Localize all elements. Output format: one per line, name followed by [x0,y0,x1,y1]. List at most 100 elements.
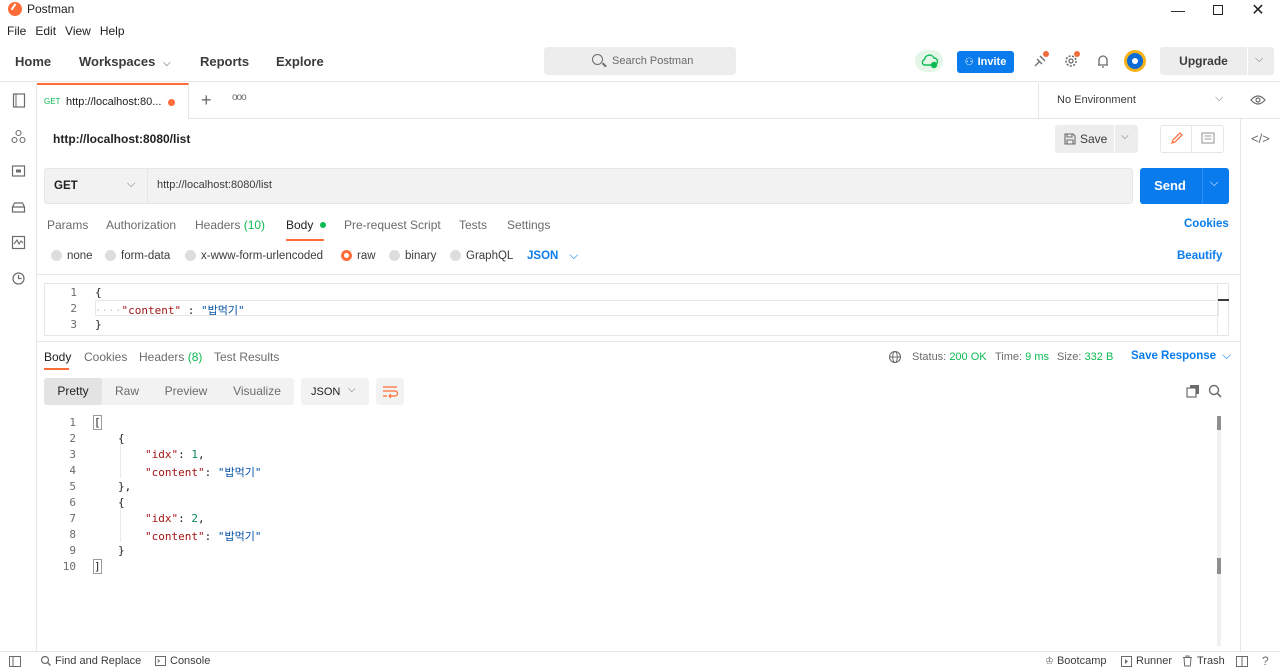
sync-status-button[interactable] [915,50,943,72]
mock-servers-icon[interactable] [11,200,26,215]
satellite-icon[interactable] [1031,51,1049,70]
chevron-down-icon: ⌵ [1215,92,1224,104]
url-input[interactable]: http://localhost:8080/list [157,179,272,191]
resp-tab-cookies[interactable]: Cookies [84,350,127,364]
console-button[interactable]: Console [155,655,210,667]
body-type-binary[interactable]: binary [389,250,436,262]
environment-quick-look[interactable] [1240,83,1280,119]
chevron-down-icon[interactable]: ⌵ [1255,53,1263,66]
toggle-sidebar-icon[interactable] [9,656,21,667]
bootcamp-button[interactable]: ♔ Bootcamp [1045,655,1107,667]
view-raw[interactable]: Raw [106,378,148,405]
method-select[interactable]: GET ⌵ [45,169,148,203]
resp-tab-body[interactable]: Body [44,350,71,364]
close-icon[interactable]: ✕ [1238,0,1278,20]
apis-icon[interactable] [11,129,26,144]
request-body-editor[interactable]: 1 2 3 { ····"content" : "밥먹기" } [44,283,1229,336]
save-button[interactable]: Save ⌵ [1055,125,1138,153]
history-icon[interactable] [11,271,26,286]
comments-icon[interactable] [1193,126,1223,152]
maximize-icon[interactable] [1198,0,1238,20]
body-active-dot-icon [319,222,326,228]
body-type-graphql[interactable]: GraphQL [450,250,513,262]
response-language-select[interactable]: JSON ⌵ [301,378,369,405]
help-icon[interactable]: ? [1262,654,1269,668]
cookies-link[interactable]: Cookies [1184,218,1229,230]
tab-body[interactable]: Body [286,218,326,232]
collections-icon[interactable] [11,93,26,108]
resp-tab-headers[interactable]: Headers (8) [139,350,202,364]
globe-icon[interactable] [888,350,902,364]
response-body-viewer[interactable]: 1 2 3 4 5 6 7 8 9 10 [ { "idx": 1, "cont… [44,415,1216,648]
menu-view[interactable]: View [65,24,91,38]
menu-help[interactable]: Help [100,24,125,38]
edit-pencil-icon[interactable] [1161,126,1192,152]
nav-workspaces[interactable]: Workspaces ⌵ [79,54,171,69]
window-title: Postman [27,2,75,16]
invite-button[interactable]: ⚇ Invite [957,51,1014,73]
view-pretty[interactable]: Pretty [44,378,102,405]
request-tab[interactable]: GET http://localhost:80... [37,83,189,119]
runner-button[interactable]: Runner [1121,655,1172,667]
body-type-urlencoded[interactable]: x-www-form-urlencoded [185,250,323,262]
beautify-link[interactable]: Beautify [1177,250,1222,262]
minimize-icon[interactable]: — [1158,0,1198,20]
tab-authorization[interactable]: Authorization [106,218,176,232]
body-language-select[interactable]: JSON ⌵ [527,250,578,263]
nav-home[interactable]: Home [15,54,51,69]
search-input[interactable]: Search Postman [544,47,736,75]
upgrade-button[interactable]: Upgrade ⌵ [1160,47,1274,75]
tab-headers-count: (10) [243,218,266,232]
time-info[interactable]: Time: 9 ms [995,351,1049,363]
json-brace: } [118,544,125,557]
chevron-down-icon: ⌵ [1222,350,1231,362]
environment-selector[interactable]: No Environment ⌵ [1038,83,1240,119]
menu-file[interactable]: File [7,24,26,38]
size-label: Size: [1057,351,1082,363]
two-pane-icon[interactable] [1236,656,1248,667]
status-info[interactable]: Status: 200 OK [912,351,987,363]
view-visualize[interactable]: Visualize [227,378,287,405]
tab-headers[interactable]: Headers (10) [195,218,265,232]
find-replace-button[interactable]: Find and Replace [40,655,141,667]
editor-scrollbar[interactable] [1217,284,1229,335]
avatar[interactable] [1124,50,1146,72]
code-line: ····"content" : "밥먹기" [95,304,245,317]
radio-icon [450,250,461,262]
json-line: "idx": 2, [145,512,205,525]
body-type-raw[interactable]: raw [341,250,376,262]
trash-button[interactable]: Trash [1182,655,1225,667]
new-tab-plus-icon[interactable]: + [201,90,212,111]
save-response-button[interactable]: Save Response ⌵ [1131,350,1231,363]
menu-edit[interactable]: Edit [35,24,56,38]
nav-explore[interactable]: Explore [276,54,324,69]
monitors-icon[interactable] [11,235,26,250]
json-brace: { [118,496,125,509]
response-scrollbar[interactable] [1217,416,1221,646]
body-type-none-label: none [67,250,93,262]
more-tabs-icon[interactable]: ooo [232,92,247,103]
body-type-form-data[interactable]: form-data [105,250,170,262]
code-snippet-icon[interactable]: </> [1251,131,1270,146]
settings-gear-icon[interactable] [1062,51,1080,70]
chevron-down-icon[interactable]: ⌵ [1210,177,1218,190]
body-type-none[interactable]: none [51,250,93,262]
view-preview[interactable]: Preview [156,378,216,405]
resp-tab-test-results[interactable]: Test Results [214,350,279,364]
send-button[interactable]: Send ⌵ [1140,168,1229,204]
environments-icon[interactable] [11,164,26,179]
tab-prerequest-script[interactable]: Pre-request Script [344,218,441,232]
tab-settings[interactable]: Settings [507,218,550,232]
copy-icon[interactable] [1186,384,1200,398]
nav-reports[interactable]: Reports [200,54,249,69]
chevron-down-icon[interactable]: ⌵ [1121,131,1129,142]
wrap-lines-button[interactable] [376,378,404,405]
size-info[interactable]: Size: 332 B [1057,351,1113,363]
request-name[interactable]: http://localhost:8080/list [53,132,190,146]
tab-params[interactable]: Params [47,218,88,232]
bell-icon[interactable] [1094,52,1112,70]
tab-tests[interactable]: Tests [459,218,487,232]
bootcamp-label: Bootcamp [1056,655,1107,667]
search-icon[interactable] [1208,384,1222,398]
add-user-icon: ⚇ [964,56,974,68]
